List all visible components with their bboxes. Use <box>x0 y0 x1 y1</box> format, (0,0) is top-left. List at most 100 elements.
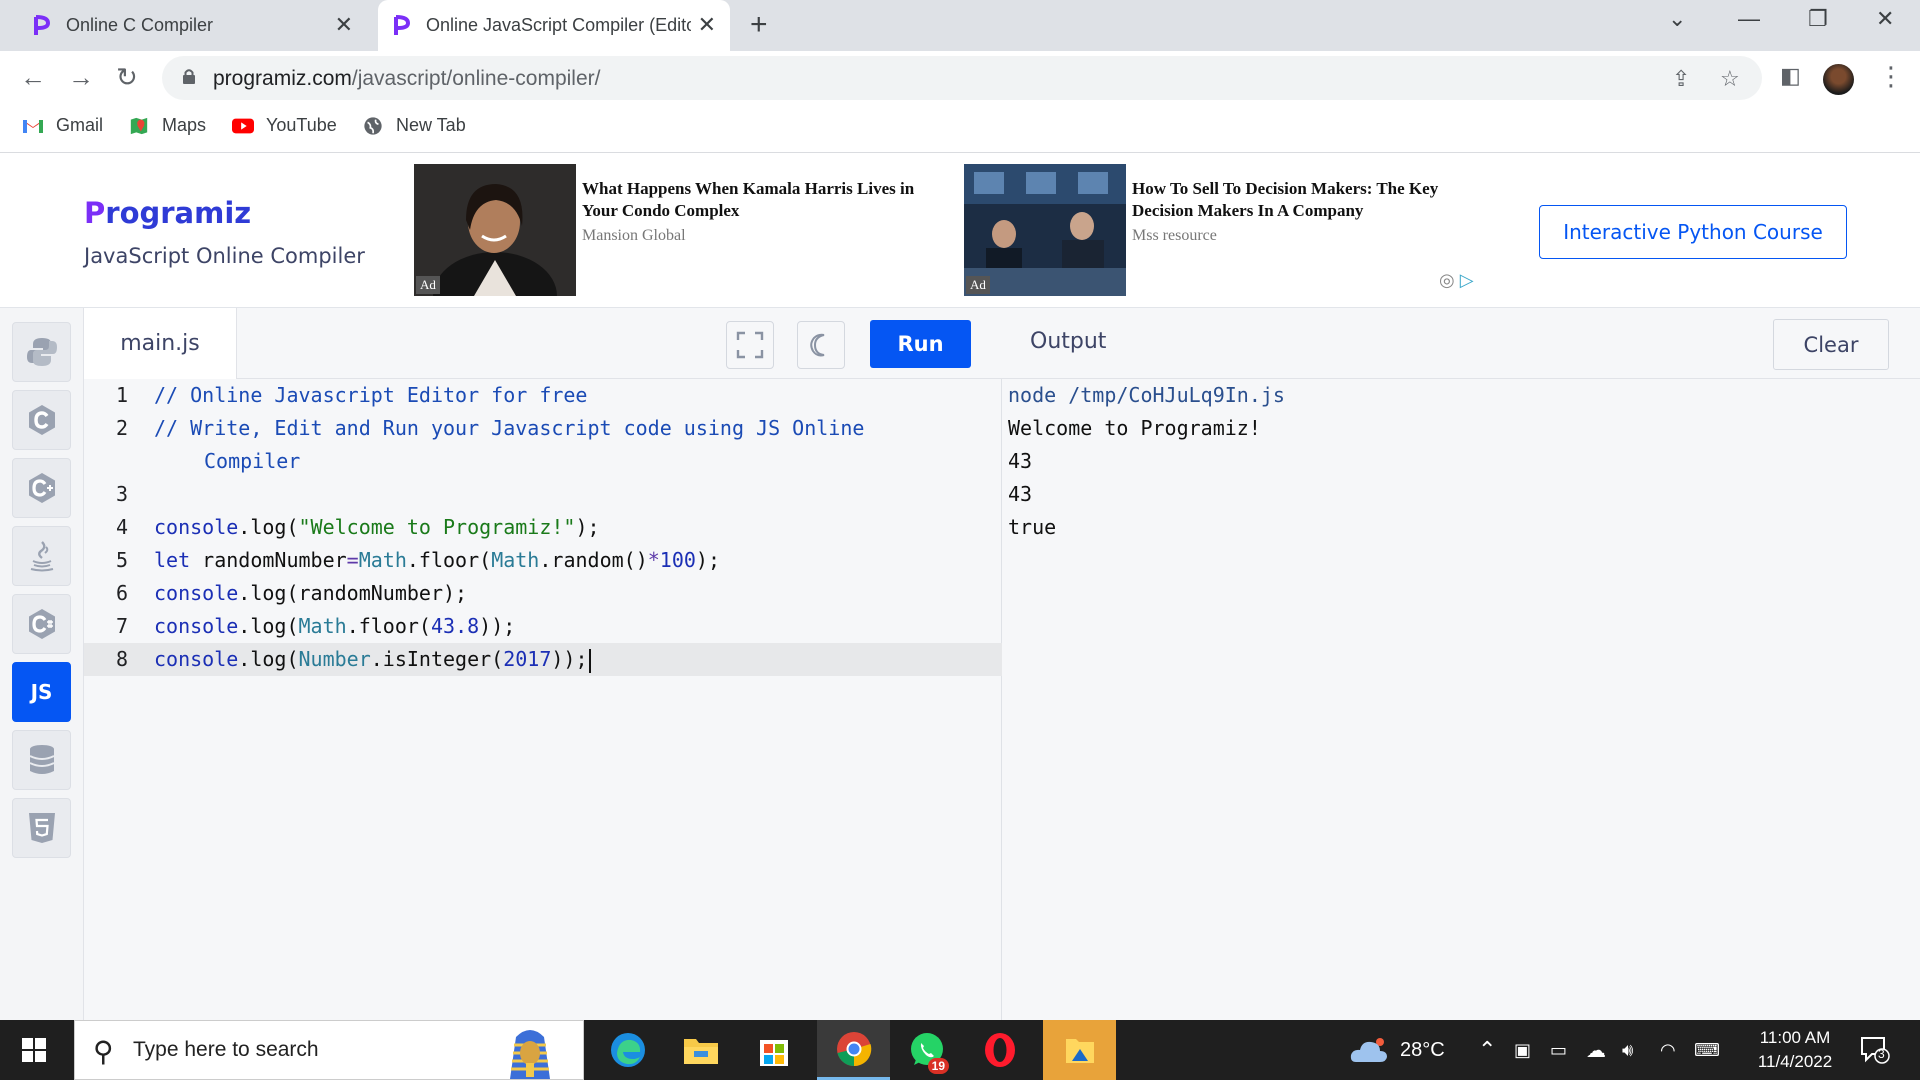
photos-icon <box>1065 1039 1094 1063</box>
tab-online-javascript-compiler[interactable]: Online JavaScript Compiler (Editor) ✕ <box>378 0 730 51</box>
ad-card[interactable]: Ad How To Sell To Decision Makers: The K… <box>964 164 1504 296</box>
taskbar-clock[interactable]: 11:00 AM 11/4/2022 <box>1740 1026 1850 1074</box>
line-content: console.log("Welcome to Programiz!"); <box>154 515 600 539</box>
close-window-icon[interactable]: ✕ <box>1876 6 1894 32</box>
tab-search-chevron-icon[interactable]: ⌄ <box>1668 6 1686 32</box>
tab-online-c-compiler[interactable]: Online C Compiler ✕ <box>32 0 367 51</box>
output-line: Welcome to Programiz! <box>1008 416 1261 440</box>
windows-start-icon[interactable] <box>22 1038 46 1062</box>
bookmark-maps[interactable]: Maps <box>128 115 206 136</box>
globe-icon <box>364 116 382 135</box>
run-button[interactable]: Run <box>870 320 971 368</box>
share-icon[interactable]: ⇪ <box>1672 66 1690 92</box>
wifi-icon[interactable]: ◠ <box>1660 1020 1676 1080</box>
code-line: 6 console.log(randomNumber); <box>84 577 1002 610</box>
bookmark-youtube[interactable]: YouTube <box>232 115 337 136</box>
site-header: Programiz JavaScript Online Compiler Ad … <box>0 154 1920 308</box>
tab-title: Online C Compiler <box>66 15 214 35</box>
windows-taskbar: ⚲ Type here to search 19 28°C ⌃ ▣ ▭ ☁ 🔊︎… <box>0 1020 1920 1080</box>
close-tab-icon[interactable]: ✕ <box>335 13 353 37</box>
bookmark-star-icon[interactable]: ☆ <box>1720 66 1740 92</box>
ad-badge: Ad <box>416 276 440 294</box>
adchoices-icon[interactable]: ◎ ▷ <box>1439 270 1474 291</box>
csharp-icon[interactable] <box>12 594 71 654</box>
interactive-python-course-button[interactable]: Interactive Python Course <box>1539 205 1847 259</box>
line-number: 2 <box>115 416 128 440</box>
browser-menu-icon[interactable]: ⋮ <box>1878 61 1904 92</box>
line-content: // Online Javascript Editor for free <box>154 383 588 407</box>
programiz-logo[interactable]: Programiz <box>84 196 251 230</box>
store-icon <box>759 1040 788 1066</box>
url-host: programiz.com <box>213 67 352 90</box>
line-content: console.log(Number.isInteger(2017)); <box>154 643 591 676</box>
line-content: // Write, Edit and Run your Javascript c… <box>154 416 865 440</box>
js-icon[interactable]: JS <box>12 662 71 722</box>
onedrive-icon[interactable]: ☁ <box>1586 1020 1606 1080</box>
code-line: 5 let randomNumber=Math.floor(Math.random… <box>84 544 1002 577</box>
sql-icon[interactable] <box>12 730 71 790</box>
output-title: Output <box>1030 329 1107 354</box>
side-panel-icon[interactable]: ◧ <box>1780 63 1801 89</box>
language-sidebar: JS <box>0 308 84 1020</box>
keyboard-icon[interactable]: ⌨ <box>1694 1020 1720 1080</box>
ad-source: Mansion Global <box>582 227 686 244</box>
html-icon[interactable] <box>12 798 71 858</box>
back-icon[interactable]: ← <box>20 63 46 91</box>
taskbar-edge[interactable] <box>591 1020 664 1080</box>
notification-center-icon[interactable]: 3 <box>1860 1036 1890 1064</box>
fullscreen-icon <box>736 331 764 359</box>
cpp-icon[interactable] <box>12 458 71 518</box>
code-line: 7 console.log(Math.floor(43.8)); <box>84 610 1002 643</box>
close-tab-icon[interactable]: ✕ <box>698 13 716 37</box>
ad-card[interactable]: Ad What Happens When Kamala Harris Lives… <box>414 164 954 296</box>
reload-icon[interactable]: ↻ <box>116 63 138 91</box>
output-console[interactable]: node /tmp/CoHJuLq9In.js Welcome to Progr… <box>1008 379 1285 544</box>
profile-avatar[interactable] <box>1823 64 1854 95</box>
page-subtitle: JavaScript Online Compiler <box>84 244 365 268</box>
taskbar-chrome[interactable] <box>817 1020 890 1080</box>
restore-icon[interactable]: ❐ <box>1808 6 1828 32</box>
volume-icon[interactable]: 🔊︎ <box>1622 1020 1633 1080</box>
taskbar-microsoft-store[interactable] <box>737 1020 810 1080</box>
line-number: 3 <box>115 482 128 506</box>
code-line-wrap: Compiler <box>84 445 1002 478</box>
show-hidden-icons-icon[interactable]: ⌃ <box>1478 1020 1496 1080</box>
bookmark-new-tab[interactable]: New Tab <box>362 115 466 136</box>
taskbar-whatsapp[interactable]: 19 <box>890 1020 963 1080</box>
meet-now-icon[interactable]: ▣ <box>1514 1020 1531 1080</box>
fullscreen-button[interactable] <box>726 321 774 369</box>
python-icon[interactable] <box>12 322 71 382</box>
java-icon[interactable] <box>12 526 71 586</box>
bookmark-label: Gmail <box>56 115 104 135</box>
taskbar-search-box[interactable]: ⚲ Type here to search <box>74 1020 584 1080</box>
address-bar[interactable]: programiz.com/javascript/online-compiler… <box>162 56 1762 100</box>
code-line-active: 8 console.log(Number.isInteger(2017)); <box>84 643 1002 676</box>
new-tab-icon[interactable]: + <box>750 8 768 42</box>
battery-icon[interactable]: ▭ <box>1550 1020 1567 1080</box>
taskbar-photos[interactable] <box>1043 1020 1116 1080</box>
logo-text: rogramiz <box>105 196 252 230</box>
line-number: 1 <box>115 383 128 407</box>
programiz-favicon-icon <box>394 14 411 35</box>
forward-icon[interactable]: → <box>68 63 94 91</box>
output-line: 43 <box>1008 482 1033 506</box>
ad-source: Mss resource <box>1132 227 1217 244</box>
line-content: let randomNumber=Math.floor(Math.random(… <box>154 548 720 572</box>
output-line: node /tmp/CoHJuLq9In.js <box>1008 383 1285 407</box>
cloud-icon <box>1350 1038 1387 1062</box>
c-icon[interactable] <box>12 390 71 450</box>
weather-widget[interactable]: 28°C <box>1350 1020 1445 1080</box>
code-editor[interactable]: 1 // Online Javascript Editor for free 2 /… <box>84 379 1002 676</box>
ad-title: How To Sell To Decision Makers: The Key … <box>1132 179 1439 220</box>
minimize-icon[interactable]: — <box>1738 6 1760 32</box>
bookmark-label: Maps <box>162 115 207 135</box>
file-tab-main-js[interactable]: main.js <box>84 308 237 379</box>
taskbar-opera[interactable] <box>963 1020 1036 1080</box>
bookmark-gmail[interactable]: Gmail <box>22 115 103 136</box>
clock-date: 11/4/2022 <box>1757 1052 1833 1071</box>
url-path: /javascript/online-compiler/ <box>351 67 601 90</box>
taskbar-file-explorer[interactable] <box>664 1020 737 1080</box>
gmail-icon <box>23 119 43 133</box>
clear-button[interactable]: Clear <box>1773 319 1889 370</box>
dark-mode-button[interactable] <box>797 321 845 369</box>
